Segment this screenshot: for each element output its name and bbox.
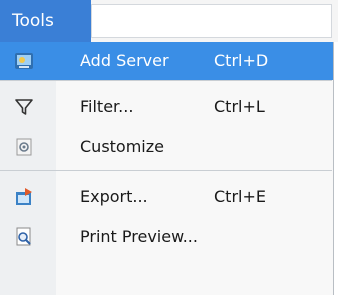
menu-item-shortcut: Ctrl+L [214,97,265,116]
menu-separator [0,170,332,171]
menu-item-export[interactable]: Export... Ctrl+E [0,178,333,216]
menu-item-label: Filter... [80,97,134,116]
menu-bar-empty-area [91,4,332,38]
menu-item-label: Customize [80,137,164,156]
menu-item-filter[interactable]: Filter... Ctrl+L [0,88,333,126]
menu-item-label: Print Preview... [80,227,198,246]
menu-separator [0,80,332,81]
tools-menu[interactable]: Tools [0,0,91,42]
print-preview-icon [13,226,35,248]
menu-item-add-server[interactable]: Add Server Ctrl+D [0,42,333,80]
menu-item-customize[interactable]: Customize [0,128,333,166]
menu-item-print-preview[interactable]: Print Preview... [0,218,333,256]
menu-item-shortcut: Ctrl+E [214,187,266,206]
add-server-icon [13,50,35,72]
filter-icon [13,96,35,118]
menu-item-label: Export... [80,187,148,206]
menu-bar: Tools [0,0,338,42]
tools-menu-label: Tools [12,11,54,31]
export-icon [13,186,35,208]
menu-item-shortcut: Ctrl+D [214,51,269,70]
menu-item-label: Add Server [80,51,169,70]
customize-icon [13,136,35,158]
tools-dropdown-menu: Add Server Ctrl+D Filter... Ctrl+L Custo… [0,42,334,295]
